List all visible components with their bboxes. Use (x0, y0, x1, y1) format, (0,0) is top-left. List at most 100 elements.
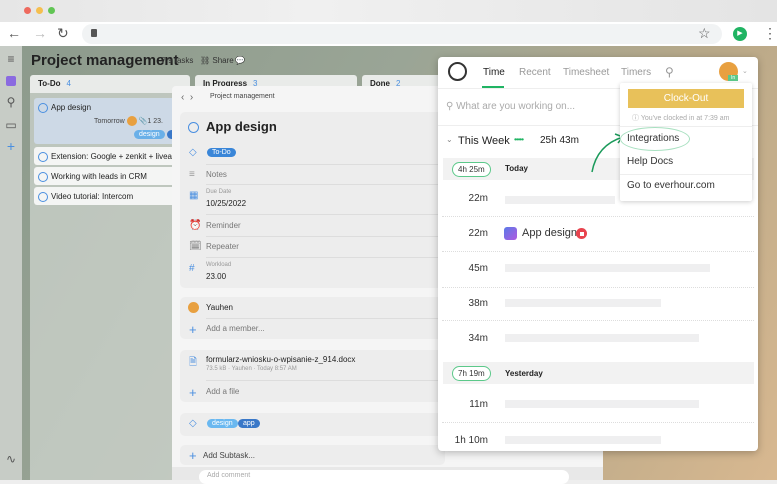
add-subtask-button[interactable]: Add Subtask... (203, 451, 255, 460)
entry-placeholder (505, 334, 699, 342)
task-card[interactable]: App design Tomorrow 📎1 23. design app (34, 98, 194, 144)
chevron-down-icon[interactable]: ⌄ (742, 67, 748, 75)
card-title: Extension: Google + zenkit + liveage (51, 152, 181, 161)
plus-icon: + (189, 385, 197, 400)
app-sidebar (0, 46, 22, 480)
entry-placeholder (505, 400, 699, 408)
folder-icon[interactable]: ▭ (4, 118, 18, 132)
workload-label: Workload (206, 262, 232, 268)
comments-icon[interactable]: 💬 (235, 56, 245, 65)
member-name: Yauhen (206, 303, 233, 312)
entry-time[interactable]: 34m (438, 333, 488, 344)
file-name[interactable]: formularz-wniosku-o-wpisanie-z_914.docx (206, 355, 355, 364)
reload-icon[interactable]: ↻ (57, 25, 69, 42)
search-icon[interactable]: ⚲ (4, 95, 18, 109)
tab-time[interactable]: Time (483, 67, 505, 78)
browser-menu-icon[interactable]: ⋮ (763, 25, 777, 42)
status-tag[interactable]: To-Do (207, 148, 236, 157)
plus-icon: + (189, 448, 197, 463)
card-title: Working with leads in CRM (51, 172, 147, 181)
everhour-logo-icon (448, 62, 467, 81)
tab-timers[interactable]: Timers (621, 67, 651, 78)
entry-placeholder (505, 436, 661, 444)
tag-icon: ◇ (189, 418, 197, 429)
week-label: This Week (458, 135, 510, 147)
entry-time[interactable]: 22m (438, 228, 488, 239)
everhour-extension-icon[interactable]: ▶ (733, 27, 747, 41)
task-card[interactable]: Working with leads in CRM (34, 167, 194, 185)
entry-task[interactable]: App design (522, 227, 577, 239)
reminder-field[interactable]: Reminder (206, 221, 241, 230)
complete-checkbox[interactable] (38, 152, 48, 162)
lock-icon (91, 29, 97, 37)
maximize-window-button[interactable] (48, 7, 55, 14)
calendar-icon: ▦ (189, 190, 199, 201)
card-title: Video tutorial: Intercom (51, 192, 134, 201)
workload-field[interactable]: 23.00 (206, 272, 226, 281)
tab-recent[interactable]: Recent (519, 67, 551, 78)
forward-icon[interactable]: → (33, 25, 47, 41)
attachment-count: 1 (147, 117, 152, 125)
notes-field[interactable]: Notes (206, 170, 227, 179)
activity-icon[interactable]: ∿ (4, 452, 18, 466)
tag-icon: ◇ (189, 147, 197, 158)
week-progress-dots: ••••• (514, 135, 524, 144)
add-member-button[interactable]: Add a member... (206, 324, 265, 333)
breadcrumb[interactable]: Project management (210, 93, 275, 100)
add-file-button[interactable]: Add a file (206, 387, 239, 396)
menu-item-help-docs[interactable]: Help Docs (627, 156, 673, 167)
entry-time[interactable]: 22m (438, 193, 488, 204)
search-icon[interactable]: ⚲ (665, 65, 674, 79)
search-input[interactable]: ⚲ What are you working on... (446, 101, 575, 112)
bookmark-star-icon[interactable]: ☆ (698, 25, 711, 42)
entry-time[interactable]: 45m (438, 263, 488, 274)
close-window-button[interactable] (24, 7, 31, 14)
clock-out-button[interactable]: Clock-Out (628, 89, 744, 108)
search-placeholder: What are you working on... (456, 101, 576, 112)
clocked-in-text: You've clocked in at 7:39 am (640, 115, 730, 122)
tag[interactable]: design (207, 419, 238, 428)
entry-time[interactable]: 38m (438, 298, 488, 309)
clocked-in-info: ⓘ You've clocked in at 7:39 am (632, 115, 730, 122)
task-card[interactable]: Extension: Google + zenkit + liveage (34, 147, 194, 165)
tab-timesheet[interactable]: Timesheet (563, 67, 609, 78)
complete-checkbox[interactable] (38, 172, 48, 182)
due-date-field[interactable]: 10/25/2022 (206, 199, 246, 208)
complete-checkbox[interactable] (188, 122, 199, 133)
complete-checkbox[interactable] (38, 103, 48, 113)
nav-arrows[interactable]: ‹ › (181, 92, 193, 103)
hash-icon: # (189, 263, 195, 274)
collapse-icon[interactable]: ⌄ (446, 135, 453, 144)
project-icon[interactable] (6, 76, 16, 86)
task-title[interactable]: App design (206, 119, 277, 134)
task-card[interactable]: Video tutorial: Intercom (34, 187, 194, 205)
document-icon: 🗎 (189, 357, 198, 368)
menu-item-integrations[interactable]: Integrations (627, 133, 679, 144)
filter-tasks-button[interactable]: ⊽ 9 tasks (160, 56, 193, 65)
tag[interactable]: app (238, 419, 260, 428)
menu-item-everhour-site[interactable]: Go to everhour.com (627, 180, 715, 191)
day-total: 4h 25m (452, 162, 491, 177)
complete-checkbox[interactable] (38, 192, 48, 202)
app-icon (504, 227, 517, 240)
add-icon[interactable]: + (4, 138, 18, 154)
avatar (188, 302, 199, 313)
notes-icon: ≡ (189, 169, 195, 180)
minimize-window-button[interactable] (36, 7, 43, 14)
share-button[interactable]: ⛓ Share (200, 56, 234, 65)
share-label: Share (212, 56, 234, 65)
entry-placeholder (505, 264, 710, 272)
entry-placeholder (505, 299, 661, 307)
board-title: Project management (31, 52, 179, 69)
repeater-field[interactable]: Repeater (206, 242, 239, 251)
address-bar[interactable] (82, 24, 722, 44)
card-workload: 23. (153, 117, 163, 125)
file-meta: 73.5 kB · Yauhen · Today 8:57 AM (206, 366, 297, 372)
stop-timer-button[interactable] (576, 228, 587, 239)
entry-time[interactable]: 11m (438, 399, 488, 410)
entry-time[interactable]: 1h 10m (438, 435, 488, 446)
comment-input[interactable]: Add comment (199, 470, 569, 484)
back-icon[interactable]: ← (7, 25, 21, 41)
week-total: 25h 43m (540, 135, 579, 146)
menu-icon[interactable]: ≡ (4, 52, 18, 66)
